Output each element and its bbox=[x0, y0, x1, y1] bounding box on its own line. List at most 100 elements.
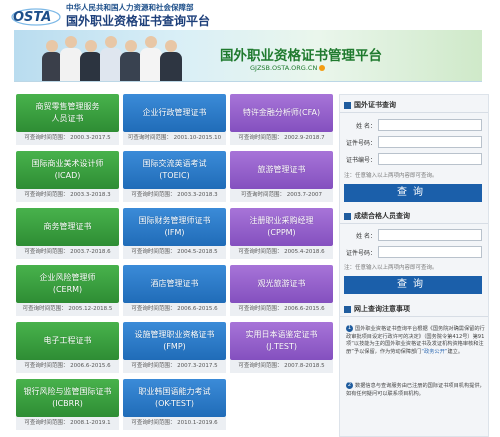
gov-open-link[interactable]: “政务公开” bbox=[421, 349, 447, 355]
certificate-name: (J.TEST) bbox=[265, 342, 298, 351]
score-id-row: 证件号码： bbox=[344, 246, 486, 259]
cert-query-button[interactable]: 查询 bbox=[344, 184, 482, 202]
notice-item-2-text: 数据信息与查询服务由已注册的国际证书项目机构提供，如有任何疑问可以联系项目机构。 bbox=[346, 383, 485, 397]
query-range: 可查询时间范围： 2005.12-2018.5 bbox=[16, 303, 119, 316]
certificate-button[interactable]: 电子工程证书 bbox=[16, 322, 119, 360]
notice-item-1-text: 国外职业资格证书查询平台根据《国务院对确需保留的行政审批项目设定行政许可的决定》… bbox=[346, 326, 485, 355]
notice-item-1: 1 国外职业资格证书查询平台根据《国务院对确需保留的行政审批项目设定行政许可的决定… bbox=[346, 325, 486, 356]
query-range: 可查询时间范围： 2008.1-2019.1 bbox=[16, 417, 119, 430]
certificate-name: (CERM) bbox=[52, 285, 83, 294]
certificate-card: 实用日本语鉴定证书 (J.TEST) 可查询时间范围： 2007.8-2018.5 bbox=[230, 322, 333, 374]
certificate-button[interactable]: 旅游管理证书 bbox=[230, 151, 333, 189]
certificate-button[interactable]: 企业风险管理师 (CERM) bbox=[16, 265, 119, 303]
site-header: OSTA 中华人民共和国人力资源和社会保障部 国外职业资格证书查询平台 bbox=[0, 0, 500, 30]
certificate-button[interactable]: 注册职业采购经理 (CPPM) bbox=[230, 208, 333, 246]
certificate-button[interactable]: 职业韩国语能力考试 (OK-TEST) bbox=[123, 379, 226, 417]
globe-icon bbox=[319, 65, 326, 71]
osta-logo[interactable]: OSTA bbox=[10, 2, 62, 28]
cert-name-row: 姓 名： bbox=[344, 119, 486, 132]
certificate-name: (CPPM) bbox=[267, 228, 296, 237]
certificate-button[interactable]: 实用日本语鉴定证书 (J.TEST) bbox=[230, 322, 333, 360]
cert-query-note: 注：任意输入以上两项内容即可查询。 bbox=[344, 173, 438, 179]
banner-url: GJZSB.OSTA.ORG.CN bbox=[250, 64, 326, 72]
certificate-card: 国际交流英语考试 (TOEIC) 可查询时间范围： 2003.3-2018.3 bbox=[123, 151, 226, 203]
notice-heading: 网上查询注意事项 bbox=[354, 305, 410, 313]
query-range: 可查询时间范围： 2003.7-2018.6 bbox=[16, 246, 119, 259]
certificate-card: 商务管理证书可查询时间范围： 2003.7-2018.6 bbox=[16, 208, 119, 260]
certificate-card: 旅游管理证书可查询时间范围： 2003.7-2007 bbox=[230, 151, 333, 203]
square-bullet-icon bbox=[344, 213, 351, 220]
cert-id-row: 证件号码： bbox=[344, 136, 486, 149]
certificate-button[interactable]: 银行风险与监管国际证书 (ICBRR) bbox=[16, 379, 119, 417]
banner-url-text: GJZSB.OSTA.ORG.CN bbox=[250, 64, 318, 72]
certificate-name: 商务管理证书 bbox=[43, 222, 92, 231]
cert-id-label: 证件号码： bbox=[345, 140, 376, 147]
cert-query-header: 国外证书查询 bbox=[340, 98, 488, 113]
query-range: 可查询时间范围： 2006.6-2015.6 bbox=[230, 303, 333, 316]
cert-number-input[interactable] bbox=[378, 153, 482, 165]
certificate-card: 设施管理职业资格证书 (FMP) 可查询时间范围： 2007.3-2017.5 bbox=[123, 322, 226, 374]
score-name-input[interactable] bbox=[378, 229, 482, 241]
certificate-card: 国际商业美术设计师 (ICAD) 可查询时间范围： 2003.3-2018.3 bbox=[16, 151, 119, 203]
certificate-button[interactable]: 商贸零售管理服务 人员证书 bbox=[16, 94, 119, 132]
cert-query-heading: 国外证书查询 bbox=[354, 101, 396, 109]
square-bullet-icon bbox=[344, 102, 351, 109]
certificate-card: 电子工程证书 可查询时间范围： 2006.6-2015.6 bbox=[16, 322, 119, 374]
hero-banner: 国外职业资格证书管理平台 GJZSB.OSTA.ORG.CN bbox=[14, 30, 482, 82]
certificate-button[interactable]: 国际财务管理师证书 (IFM) bbox=[123, 208, 226, 246]
certificate-name: 设施管理职业资格证书 bbox=[134, 330, 215, 339]
query-range: 可查询时间范围： 2007.8-2018.5 bbox=[230, 360, 333, 373]
square-bullet-icon bbox=[344, 306, 351, 313]
certificate-button[interactable]: 企业行政管理证书 bbox=[123, 94, 226, 132]
query-range: 可查询时间范围： 2004.5-2018.5 bbox=[123, 246, 226, 259]
score-id-input[interactable] bbox=[378, 246, 482, 258]
site-title: 国外职业资格证书查询平台 bbox=[66, 14, 211, 28]
certificate-card: 商贸零售管理服务 人员证书 可查询时间范围： 2000.3-2017.5 bbox=[16, 94, 119, 146]
query-range: 可查询时间范围： 2010.1-2019.6 bbox=[123, 417, 226, 430]
score-name-row: 姓 名： bbox=[344, 229, 486, 242]
query-range: 可查询时间范围： 2006.6-2015.6 bbox=[16, 360, 119, 373]
query-range: 可查询时间范围： 2005.4-2018.6 bbox=[230, 246, 333, 259]
certificate-button[interactable]: 国际商业美术设计师 (ICAD) bbox=[16, 151, 119, 189]
certificate-name: 企业风险管理师 bbox=[39, 273, 96, 282]
certificate-name: (FMP) bbox=[163, 342, 186, 351]
notice-item-2: 2 数据信息与查询服务由已注册的国际证书项目机构提供，如有任何疑问可以联系项目机构… bbox=[346, 382, 486, 398]
cert-id-input[interactable] bbox=[378, 136, 482, 148]
score-name-label: 姓 名： bbox=[356, 233, 376, 240]
certificate-name: (ICAD) bbox=[54, 171, 81, 180]
certificate-name: 国际商业美术设计师 bbox=[31, 159, 104, 168]
certificate-button[interactable]: 酒店管理证书 bbox=[123, 265, 226, 303]
cert-number-row: 证书编号： bbox=[344, 153, 486, 166]
certificate-card: 银行风险与监管国际证书 (ICBRR) 可查询时间范围： 2008.1-2019.1 bbox=[16, 379, 119, 431]
certificate-name: 国际财务管理师证书 bbox=[138, 216, 211, 225]
certificate-name: 银行风险与监管国际证书 bbox=[23, 387, 112, 396]
number-badge: 2 bbox=[346, 382, 353, 389]
certificate-card: 国际财务管理师证书 (IFM) 可查询时间范围： 2004.5-2018.5 bbox=[123, 208, 226, 260]
score-id-label: 证件号码： bbox=[345, 250, 376, 257]
certificate-card: 观光旅游证书 可查询时间范围： 2006.6-2015.6 bbox=[230, 265, 333, 317]
query-panel: 国外证书查询 姓 名： 证件号码： 证书编号： 注：任意输入以上两项内容即可查询… bbox=[339, 94, 489, 437]
query-range: 可查询时间范围： 2006.6-2015.6 bbox=[123, 303, 226, 316]
certificate-card: 酒店管理证书 可查询时间范围： 2006.6-2015.6 bbox=[123, 265, 226, 317]
certificate-name: (TOEIC) bbox=[159, 171, 190, 180]
certificate-button[interactable]: 设施管理职业资格证书 (FMP) bbox=[123, 322, 226, 360]
certificate-button[interactable]: 观光旅游证书 bbox=[230, 265, 333, 303]
score-query-note: 注：任意输入以上两项内容即可查询。 bbox=[344, 265, 438, 271]
certificate-card: 注册职业采购经理 (CPPM) 可查询时间范围： 2005.4-2018.6 bbox=[230, 208, 333, 260]
notice-item-1-tail: 建立。 bbox=[447, 348, 464, 355]
certificate-card: 职业韩国语能力考试 (OK-TEST) 可查询时间范围： 2010.1-2019.6 bbox=[123, 379, 226, 431]
query-range: 可查询时间范围： 2003.7-2007 bbox=[230, 189, 333, 202]
cert-name-label: 姓 名： bbox=[356, 123, 376, 130]
score-query-header: 成绩合格人员查询 bbox=[340, 209, 488, 224]
query-range: 可查询时间范围： 2000.3-2017.5 bbox=[16, 132, 119, 145]
certificate-button[interactable]: 商务管理证书 bbox=[16, 208, 119, 246]
query-range: 可查询时间范围： 2007.3-2017.5 bbox=[123, 360, 226, 373]
score-query-button[interactable]: 查询 bbox=[344, 276, 482, 294]
certificate-name: 旅游管理证书 bbox=[257, 165, 306, 174]
certificate-button[interactable]: 特许金融分析师(CFA) bbox=[230, 94, 333, 132]
people-photo bbox=[42, 34, 192, 81]
logo-text: OSTA bbox=[13, 10, 51, 25]
notice-header: 网上查询注意事项 bbox=[340, 302, 488, 317]
cert-name-input[interactable] bbox=[378, 119, 482, 131]
certificate-button[interactable]: 国际交流英语考试 (TOEIC) bbox=[123, 151, 226, 189]
